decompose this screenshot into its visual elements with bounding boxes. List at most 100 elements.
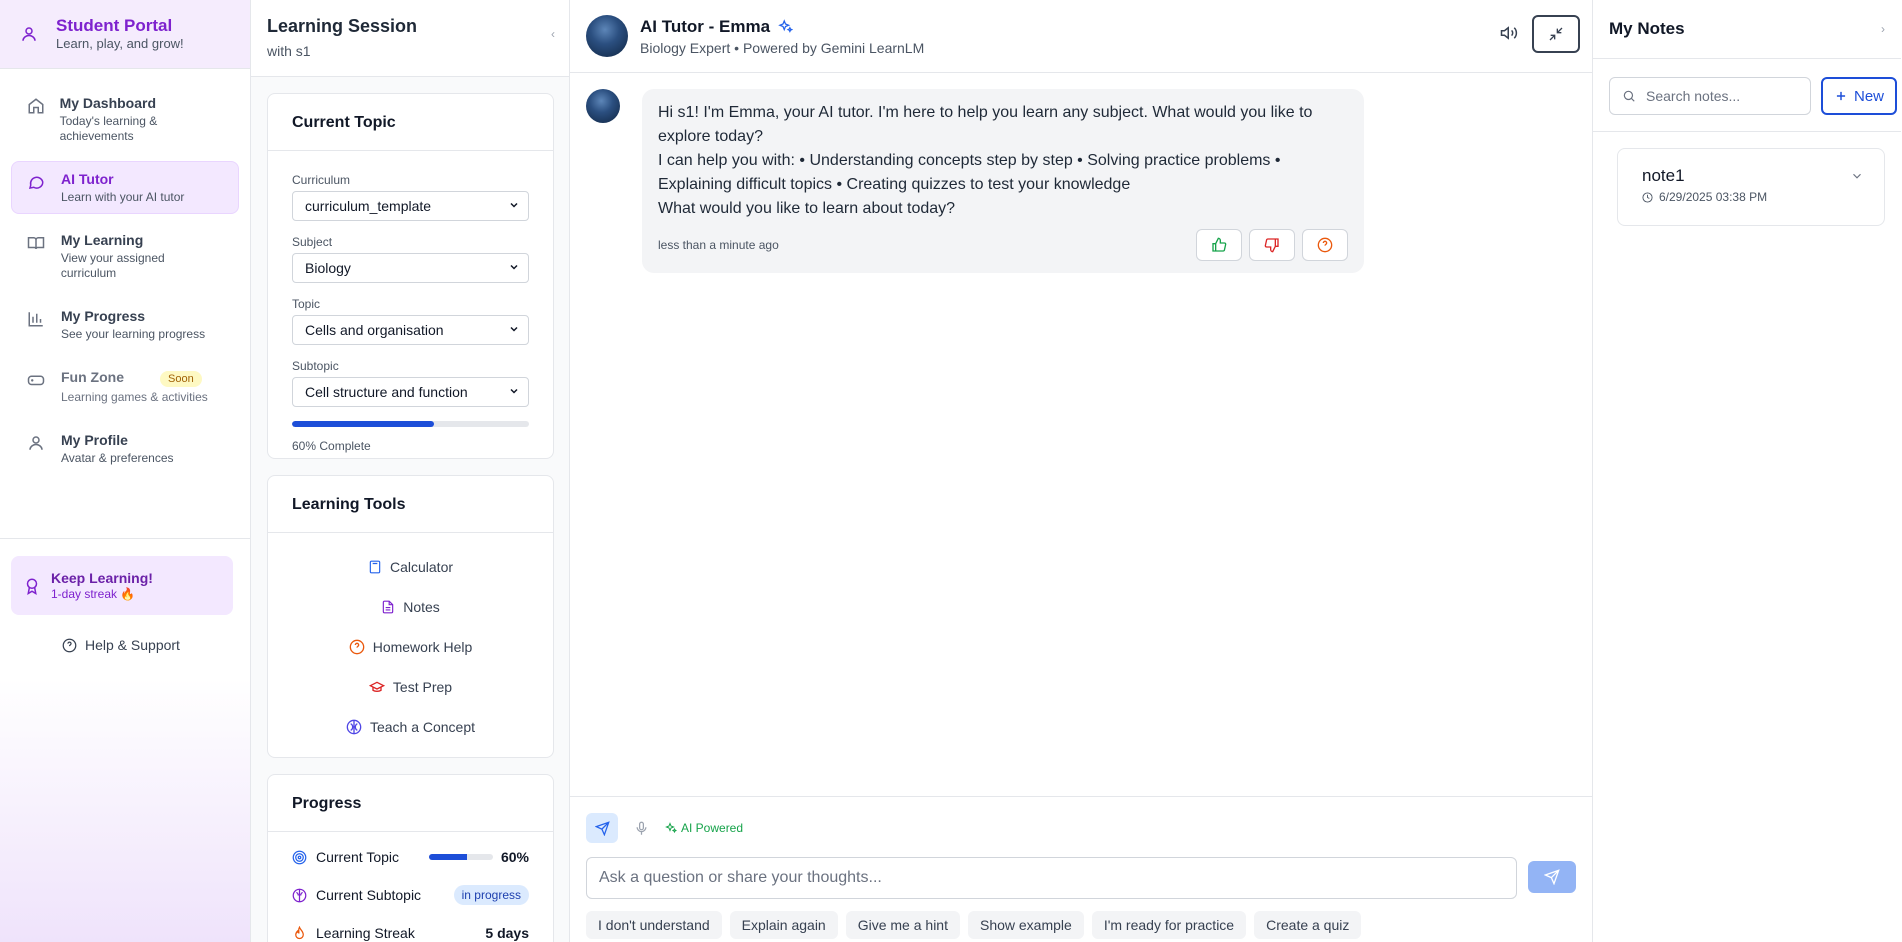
session-header: Learning Session with s1 ‹	[251, 0, 569, 77]
notes-panel: My Notes › New note1 6/29/2025 03:38 PM	[1593, 0, 1901, 942]
quick-reply-chip[interactable]: Create a quiz	[1254, 911, 1362, 939]
fun-zone-label: Fun Zone	[61, 369, 124, 385]
ai-powered-indicator: AI Powered	[665, 821, 743, 835]
topic-label: Topic	[292, 297, 321, 311]
progress-row-subtopic: Current Subtopic in progress	[268, 876, 553, 914]
search-icon	[1622, 89, 1636, 103]
help-support-link[interactable]: Help & Support	[62, 637, 180, 653]
ai-powered-label: AI Powered	[681, 821, 744, 835]
curriculum-select[interactable]: curriculum_template	[292, 191, 529, 221]
microphone-icon[interactable]	[634, 821, 649, 836]
minimize-icon	[1548, 26, 1564, 42]
notes-search-input[interactable]	[1646, 88, 1796, 104]
tutor-avatar	[586, 15, 628, 57]
subject-select[interactable]: Biology	[292, 253, 529, 283]
quick-reply-chip[interactable]: I'm ready for practice	[1091, 911, 1247, 939]
flame-icon	[292, 925, 307, 941]
progress-streak-label: Learning Streak	[316, 925, 415, 941]
sidebar-item-ai-tutor[interactable]: AI Tutor Learn with your AI tutor	[11, 161, 239, 214]
portal-title: Student Portal	[56, 16, 173, 35]
quick-reply-chip[interactable]: I don't understand	[586, 911, 722, 939]
tool-label: Teach a Concept	[369, 719, 476, 735]
sidebar-item-desc: View your assigned curriculum	[60, 251, 165, 280]
speaker-icon[interactable]	[1500, 24, 1518, 42]
status-badge: in progress	[453, 885, 529, 905]
quick-reply-chip[interactable]: Explain again	[729, 911, 838, 939]
minimize-button[interactable]	[1532, 15, 1580, 53]
tool-homework-help[interactable]: Homework Help	[268, 627, 553, 667]
composer-toolbar: AI Powered	[586, 813, 743, 843]
help-button[interactable]	[1302, 229, 1348, 261]
curriculum-label: Curriculum	[292, 173, 351, 187]
sidebar-item-desc: See your learning progress	[61, 327, 206, 341]
sidebar-item-desc: Today's learning & achievements	[59, 114, 158, 143]
sidebar-item-desc: Learning games & activities	[61, 390, 208, 404]
message-row: Hi s1! I'm Emma, your AI tutor. I'm here…	[586, 89, 1364, 273]
new-note-button[interactable]: New	[1821, 77, 1897, 115]
learning-tools-title: Learning Tools	[268, 476, 553, 533]
progress-topic-fill	[428, 854, 468, 860]
sidebar-item-desc: Avatar & preferences	[61, 451, 174, 465]
chevron-down-icon	[508, 260, 520, 276]
sidebar-item-fun-zone[interactable]: Fun Zone Soon Learning games & activities	[11, 359, 239, 414]
chevron-left-icon[interactable]: ‹	[551, 27, 555, 41]
brain-icon	[346, 719, 362, 735]
progress-topic-pct: 60%	[500, 849, 529, 865]
session-title: Learning Session	[267, 16, 418, 36]
portal-subtitle: Learn, play, and grow!	[56, 36, 184, 51]
progress-topic-bar	[428, 854, 493, 860]
gamepad-icon	[27, 368, 47, 389]
notes-header: My Notes ›	[1593, 0, 1901, 59]
learning-session-panel: Learning Session with s1 ‹ Current Topic…	[251, 0, 570, 942]
tool-teach-concept[interactable]: Teach a Concept	[268, 707, 553, 747]
quick-reply-chip[interactable]: Give me a hint	[845, 911, 960, 939]
thumbs-down-button[interactable]	[1249, 229, 1295, 261]
chat-header: AI Tutor - Emma Biology Expert • Powered…	[570, 0, 1592, 73]
chevron-right-icon[interactable]: ›	[1881, 22, 1885, 36]
sparkles-icon	[665, 822, 677, 834]
thumbs-down-icon	[1264, 237, 1280, 253]
topic-value: Cells and organisation	[305, 322, 444, 338]
sidebar-item-learning[interactable]: My Learning View your assigned curriculum	[11, 222, 239, 290]
send-button[interactable]	[1528, 861, 1576, 893]
tool-notes[interactable]: Notes	[268, 587, 553, 627]
sidebar-item-label: My Progress	[61, 308, 146, 324]
topic-progress-text: 60% Complete	[292, 439, 371, 453]
notes-title: My Notes	[1609, 19, 1685, 38]
home-icon	[27, 94, 46, 115]
sidebar-item-label: Fun Zone Soon	[61, 368, 208, 388]
chat-icon	[27, 170, 47, 191]
topic-select[interactable]: Cells and organisation	[292, 315, 529, 345]
quick-replies: I don't understand Explain again Give me…	[586, 911, 1362, 939]
chevron-down-icon	[508, 322, 520, 338]
feedback-buttons	[1196, 229, 1348, 261]
book-icon	[27, 231, 47, 252]
note-item[interactable]: note1 6/29/2025 03:38 PM	[1617, 148, 1885, 226]
help-label: Help & Support	[85, 637, 180, 653]
award-icon	[23, 576, 41, 596]
topic-progress-bar	[292, 421, 529, 427]
progress-title: Progress	[268, 775, 553, 832]
tool-test-prep[interactable]: Test Prep	[268, 667, 553, 707]
help-circle-icon	[349, 639, 365, 655]
send-mode-button[interactable]	[586, 813, 618, 843]
streak-card: Keep Learning! 1-day streak 🔥	[11, 556, 233, 615]
thumbs-up-button[interactable]	[1196, 229, 1242, 261]
sidebar-item-progress[interactable]: My Progress See your learning progress	[11, 298, 239, 351]
chevron-down-icon[interactable]	[1850, 169, 1864, 183]
session-subtitle: with s1	[267, 43, 311, 59]
sidebar-header: Student Portal Learn, play, and grow!	[0, 0, 250, 69]
quick-reply-chip[interactable]: Show example	[967, 911, 1084, 939]
message-avatar	[586, 89, 620, 123]
tool-calculator[interactable]: Calculator	[268, 547, 553, 587]
chat-input[interactable]	[586, 857, 1517, 899]
sidebar-item-dashboard[interactable]: My Dashboard Today's learning & achieveme…	[11, 85, 239, 153]
user-icon	[27, 431, 47, 452]
subtopic-select[interactable]: Cell structure and function	[292, 377, 529, 407]
learning-tools-card: Learning Tools Calculator Notes Homework…	[267, 475, 554, 758]
sidebar-item-profile[interactable]: My Profile Avatar & preferences	[11, 422, 239, 475]
progress-subtopic-label: Current Subtopic	[316, 887, 422, 903]
sidebar-item-desc: Learn with your AI tutor	[61, 190, 185, 204]
message-timestamp: less than a minute ago	[658, 238, 779, 252]
curriculum-value: curriculum_template	[305, 198, 432, 214]
